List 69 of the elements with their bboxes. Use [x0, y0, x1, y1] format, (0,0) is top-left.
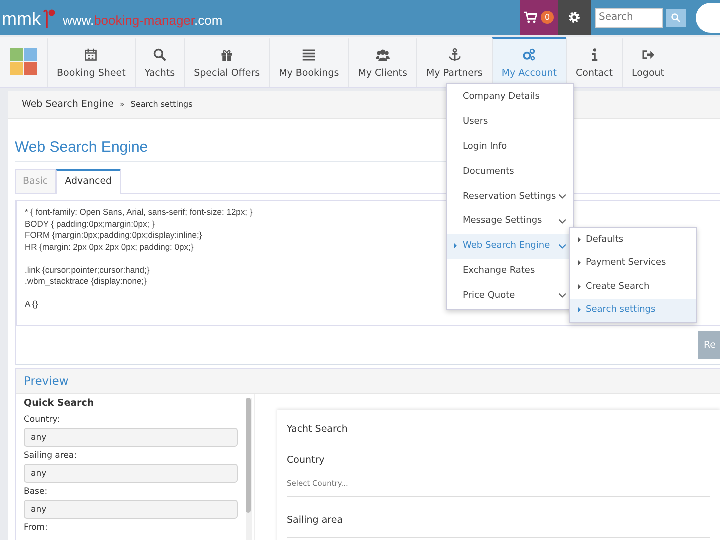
code-line: BODY { padding:0px;margin:0px; }	[25, 218, 155, 230]
chevron-down-icon	[558, 216, 567, 226]
apps-grid-icon[interactable]	[10, 48, 37, 75]
scrollbar[interactable]	[246, 398, 252, 540]
search-icon	[152, 48, 167, 62]
field-label: Base:	[24, 487, 49, 497]
settings-icon	[568, 11, 581, 24]
logout-icon	[641, 48, 656, 62]
select-field[interactable]: any	[24, 428, 238, 447]
nav-item[interactable]: My Clients	[348, 37, 416, 87]
submenu-item[interactable]: Defaults	[570, 228, 696, 252]
list-icon	[302, 48, 316, 62]
caret-right-icon	[578, 236, 581, 243]
caret-right-icon	[578, 260, 581, 266]
company-logo	[696, 3, 720, 33]
select-field[interactable]: any	[24, 464, 238, 483]
search-field[interactable]: Search	[595, 8, 663, 28]
settings-button[interactable]	[558, 0, 591, 35]
menu-item[interactable]: Documents	[447, 159, 573, 184]
caret-right-icon	[578, 307, 581, 314]
menu-item[interactable]: Exchange Rates	[447, 258, 573, 284]
search-button[interactable]	[666, 8, 686, 26]
caret-right-icon	[454, 243, 457, 250]
nav-item[interactable]: Yachts	[134, 37, 184, 87]
field-label: Country:	[24, 415, 62, 425]
cart-icon	[524, 11, 537, 24]
site-url[interactable]: www.booking-manager.com	[63, 13, 223, 29]
yacht-search-title: Yacht Search	[287, 424, 349, 435]
logo-mark-icon	[42, 7, 56, 29]
menu-item[interactable]: Price Quote	[447, 283, 573, 308]
field-label: From:	[24, 523, 49, 533]
code-line: A {}	[25, 299, 38, 310]
nav-item[interactable]: Booking Sheet	[47, 37, 135, 87]
users-icon	[376, 48, 390, 62]
caret-right-icon	[578, 284, 581, 290]
code-line: .wbm_stacktrace {display:none;}	[25, 276, 147, 288]
field-label: Sailing area:	[24, 451, 78, 461]
menu-item[interactable]: Users	[447, 110, 573, 135]
menu-item[interactable]: Reservation Settings	[447, 184, 573, 209]
submenu-item[interactable]: Payment Services	[570, 252, 696, 275]
preview-title: Preview	[16, 369, 720, 394]
chevron-down-icon	[558, 192, 567, 202]
submenu-item[interactable]: Create Search	[570, 275, 696, 298]
gift-icon	[220, 48, 234, 62]
chevron-down-icon	[558, 242, 567, 251]
menu-item[interactable]: Company Details	[447, 85, 573, 110]
menu-item[interactable]: Message Settings	[447, 208, 573, 234]
field-label: Country	[287, 455, 326, 466]
breadcrumb-link[interactable]: Web Search Engine	[22, 99, 114, 110]
search-icon	[671, 12, 681, 22]
chevron-down-icon	[558, 291, 567, 300]
field-label: Sailing area	[287, 515, 344, 526]
select-field[interactable]: any	[24, 500, 238, 519]
breadcrumb-current: Search settings	[130, 100, 193, 109]
code-line: .link {cursor:pointer;cursor:hand;}	[25, 264, 150, 276]
anchor-icon	[448, 48, 462, 62]
code-line: FORM {margin:0px;padding:0px;display:inline;}	[25, 230, 202, 242]
cart-count-badge: 0	[541, 11, 554, 24]
nav-item[interactable]: Logout	[622, 37, 674, 87]
nav-item[interactable]: Special Offers	[184, 37, 270, 87]
breadcrumb-separator: »	[120, 100, 125, 109]
tab[interactable]: Advanced	[56, 169, 122, 194]
brand-logo[interactable]: mmk	[2, 9, 41, 29]
nav-item[interactable]: My Bookings	[269, 37, 348, 87]
quick-search-title: Quick Search	[24, 398, 96, 409]
code-line: * { font-family: Open Sans, Arial, sans-serif; font-size: 12px; }	[25, 207, 253, 218]
gears-icon	[522, 48, 536, 62]
calendar-icon	[84, 48, 98, 62]
code-line: HR {margin: 2px 0px 2px 0px; padding: 0px;}	[25, 242, 194, 253]
